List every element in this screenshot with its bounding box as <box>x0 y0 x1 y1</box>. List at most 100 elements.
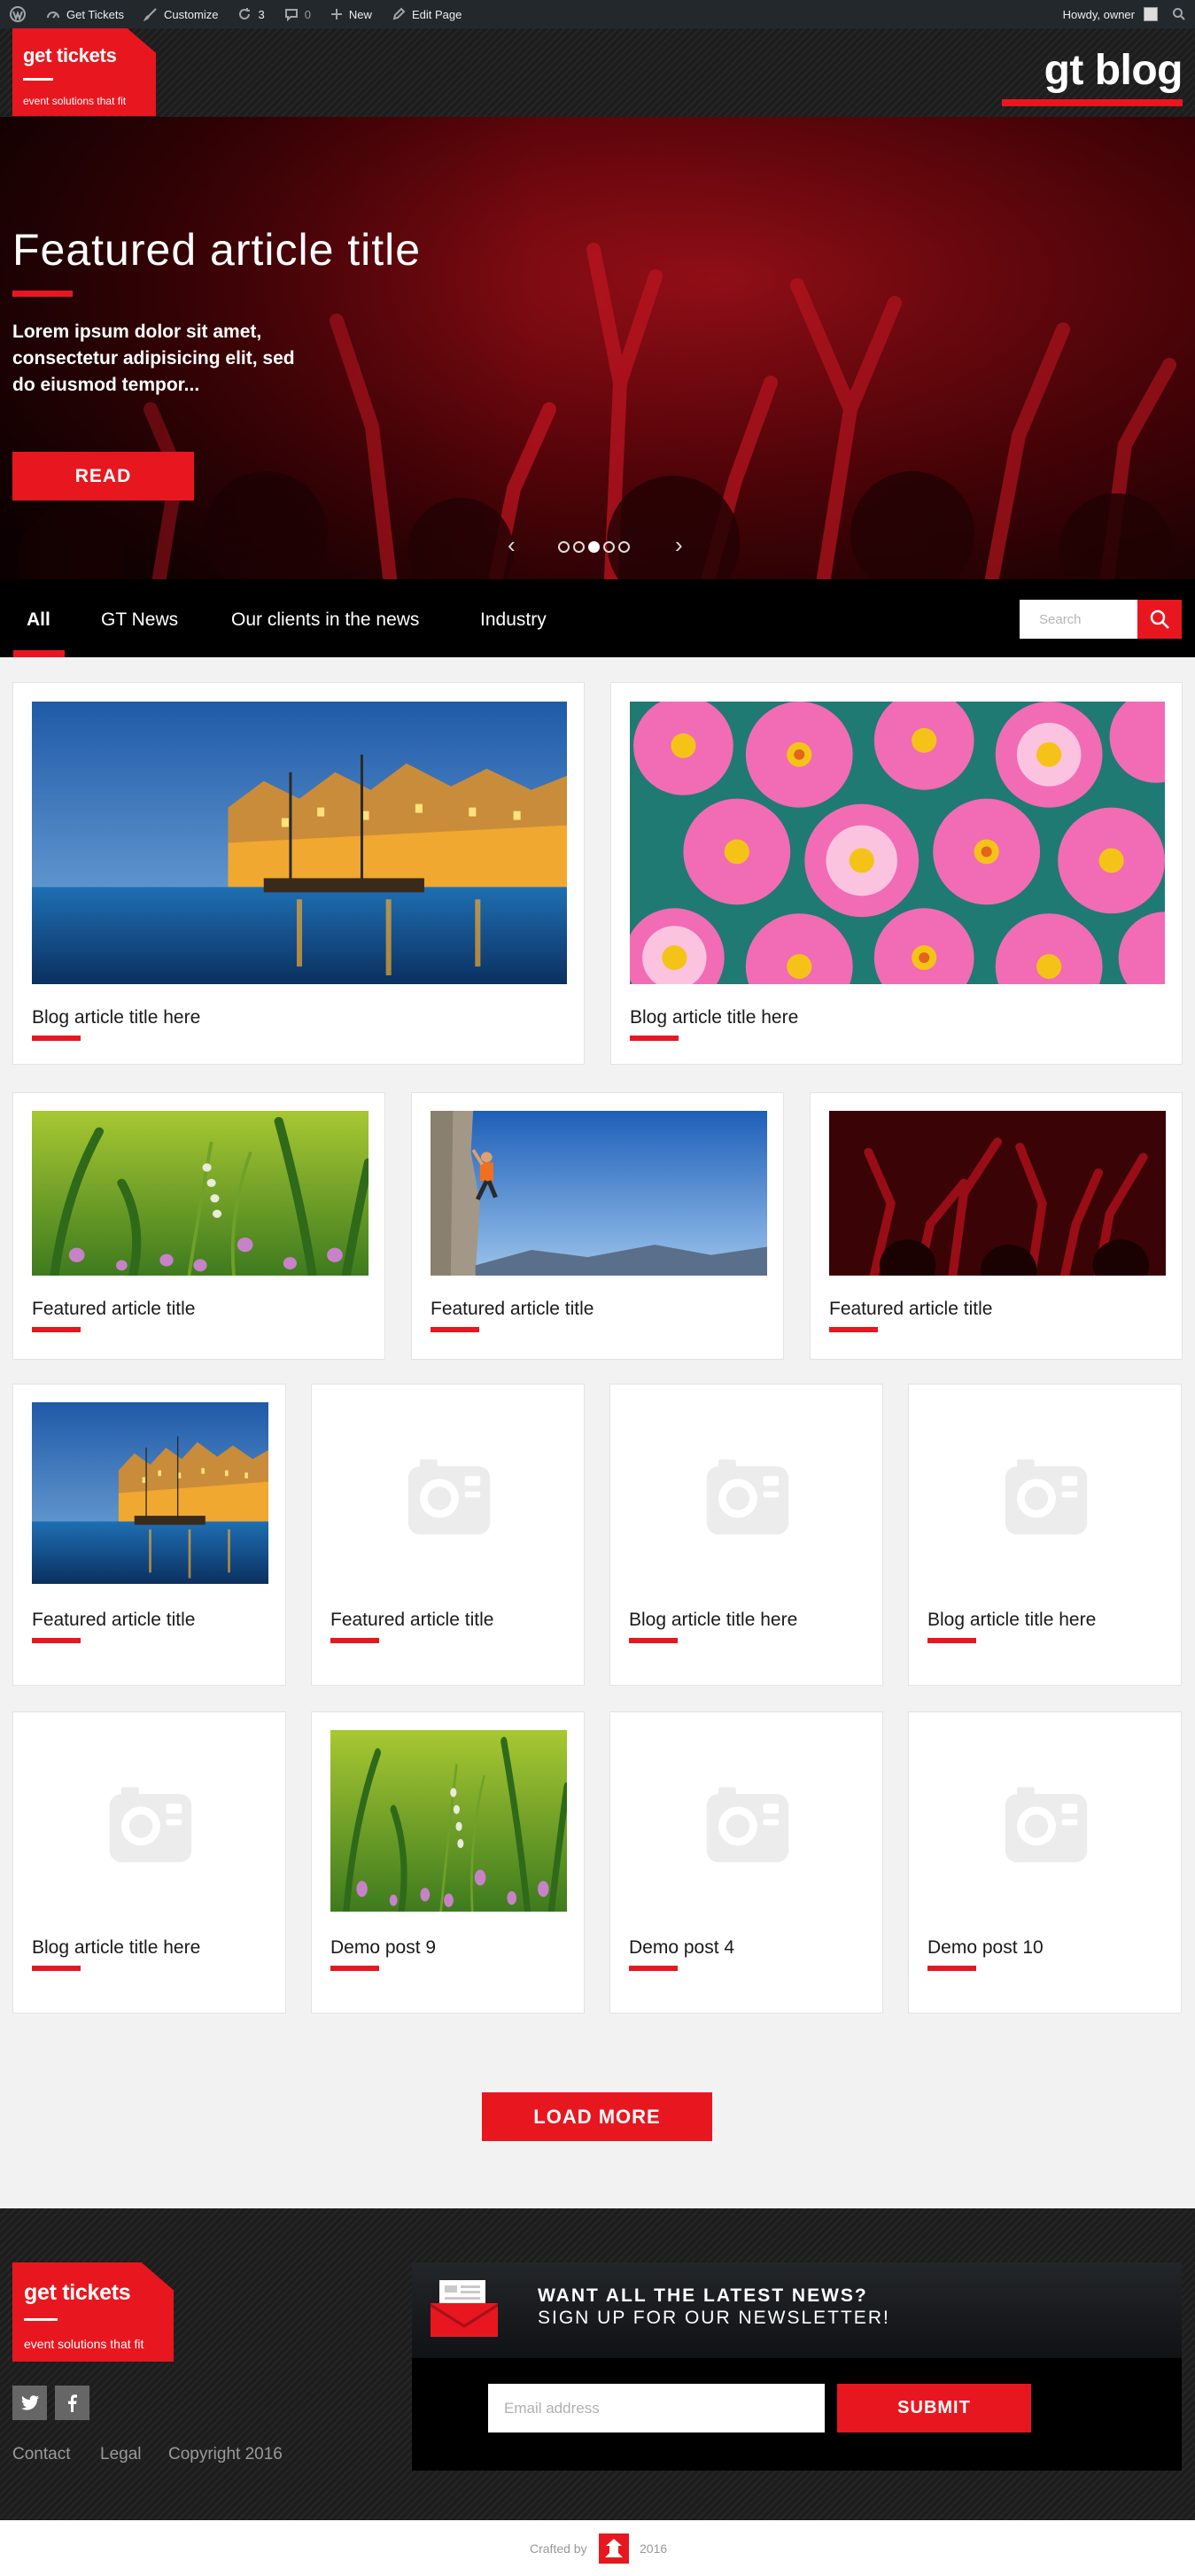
hero-description: Lorem ipsum dolor sit amet, consectetur … <box>12 322 295 395</box>
brush-icon <box>144 8 157 21</box>
post-image-canal[interactable] <box>32 702 567 984</box>
nav-item-industry[interactable]: Industry <box>480 609 547 657</box>
category-nav: All GT News Our clients in the news Indu… <box>0 579 1195 657</box>
post-image-placeholder[interactable] <box>927 1402 1164 1584</box>
post-title[interactable]: Blog article title here <box>629 1610 797 1631</box>
post-title-underline <box>927 1966 976 1971</box>
admin-site-name: Get Tickets <box>66 7 125 21</box>
hero-title[interactable]: Featured article title <box>12 224 421 275</box>
post-title-underline <box>330 1966 379 1971</box>
post-title[interactable]: Demo post 4 <box>629 1937 734 1959</box>
post-card[interactable]: Featured article title <box>311 1384 585 1686</box>
admin-new-link[interactable]: New <box>330 0 372 28</box>
twitter-link[interactable] <box>12 2386 47 2420</box>
post-title[interactable]: Featured article title <box>330 1610 493 1631</box>
post-title[interactable]: Blog article title here <box>630 1007 798 1028</box>
nav-item-gt-news[interactable]: GT News <box>101 609 178 657</box>
post-title[interactable]: Featured article title <box>431 1299 594 1320</box>
slider-dot[interactable] <box>618 541 630 553</box>
post-title[interactable]: Blog article title here <box>32 1007 200 1028</box>
post-title[interactable]: Featured article title <box>32 1299 195 1320</box>
post-image-placeholder[interactable] <box>629 1730 865 1912</box>
newsletter-envelope-icon <box>431 2280 498 2337</box>
blog-title[interactable]: gt blog <box>1044 46 1183 95</box>
post-image-climber[interactable] <box>431 1111 767 1276</box>
post-image-grass[interactable] <box>32 1111 369 1276</box>
post-card[interactable]: Demo post 9 <box>311 1711 585 2013</box>
site-logo[interactable]: get tickets event solutions that fit <box>12 28 156 116</box>
slider-dots <box>558 541 630 553</box>
post-card[interactable]: Featured article title <box>12 1092 385 1360</box>
admin-comments-link[interactable]: 0 <box>284 0 311 28</box>
email-field[interactable] <box>488 2384 825 2432</box>
post-card[interactable]: Blog article title here <box>12 682 585 1065</box>
post-image-placeholder[interactable] <box>32 1730 268 1912</box>
admin-updates-link[interactable]: 3 <box>237 0 265 28</box>
post-card[interactable]: Featured article title <box>411 1092 784 1360</box>
search-button[interactable] <box>1137 600 1182 639</box>
slider-dot-active[interactable] <box>588 541 600 553</box>
nav-item-clients-in-news[interactable]: Our clients in the news <box>231 609 419 657</box>
post-title[interactable]: Featured article title <box>32 1610 195 1631</box>
admin-bar: Get Tickets Customize 3 0 New Edit Page … <box>0 0 1195 28</box>
twitter-icon <box>20 2394 39 2410</box>
post-image-placeholder[interactable] <box>330 1402 567 1584</box>
admin-new-label: New <box>348 7 372 21</box>
post-title[interactable]: Featured article title <box>829 1299 992 1320</box>
post-card[interactable]: Demo post 10 <box>908 1711 1182 2013</box>
load-more-button[interactable]: LOAD MORE <box>482 2092 712 2141</box>
post-image-placeholder[interactable] <box>629 1402 865 1584</box>
avatar[interactable] <box>1144 7 1158 21</box>
post-image-flowers[interactable] <box>630 702 1165 984</box>
crafted-by-label: Crafted by <box>530 2541 587 2556</box>
crafted-year: 2016 <box>640 2541 668 2556</box>
search-input[interactable] <box>1020 600 1137 639</box>
post-image-placeholder[interactable] <box>927 1730 1164 1912</box>
post-card[interactable]: Featured article title <box>12 1384 286 1686</box>
hero-title-underline <box>12 291 73 297</box>
post-title[interactable]: Blog article title here <box>927 1610 1096 1631</box>
newsletter-heading: WANT ALL THE LATEST NEWS? <box>538 2285 868 2306</box>
agency-logo-icon[interactable] <box>599 2533 629 2564</box>
admin-edit-page-link[interactable]: Edit Page <box>392 0 462 28</box>
read-button[interactable]: READ <box>12 452 194 500</box>
post-card[interactable]: Blog article title here <box>609 1384 883 1686</box>
plus-icon <box>330 9 342 19</box>
search-icon[interactable] <box>1172 7 1186 21</box>
post-card[interactable]: Blog article title here <box>610 682 1183 1065</box>
post-image-grass[interactable] <box>330 1730 567 1912</box>
admin-customize-link[interactable]: Customize <box>144 0 218 28</box>
logo-tagline: event solutions that fit <box>23 95 127 107</box>
wordpress-icon[interactable] <box>9 0 27 28</box>
logo-divider <box>23 78 53 81</box>
logo-title: get tickets <box>23 44 117 66</box>
dashboard-icon <box>47 12 59 19</box>
post-title[interactable]: Blog article title here <box>32 1937 200 1959</box>
footer-logo[interactable]: get tickets event solutions that fit <box>12 2262 174 2362</box>
post-image-crowd[interactable] <box>829 1111 1166 1276</box>
facebook-icon <box>68 2394 77 2412</box>
post-card[interactable]: Demo post 4 <box>609 1711 883 2013</box>
submit-button[interactable]: SUBMIT <box>837 2384 1031 2432</box>
slider-dot[interactable] <box>573 541 585 553</box>
slider-dot[interactable] <box>603 541 615 553</box>
admin-site-link[interactable]: Get Tickets <box>46 0 124 28</box>
post-card[interactable]: Featured article title <box>810 1092 1183 1360</box>
post-title[interactable]: Demo post 9 <box>330 1937 436 1959</box>
facebook-link[interactable] <box>55 2386 89 2420</box>
footer-link-legal[interactable]: Legal <box>100 2445 142 2464</box>
post-title-underline <box>431 1327 479 1332</box>
post-title-underline <box>32 1036 81 1041</box>
slider-dot[interactable] <box>558 541 570 553</box>
post-card[interactable]: Blog article title here <box>12 1711 286 2013</box>
credits-bar <box>0 2520 1195 2576</box>
slider-prev-arrow[interactable]: ‹ <box>508 531 516 559</box>
post-title-underline <box>330 1638 379 1643</box>
footer-link-contact[interactable]: Contact <box>12 2445 70 2464</box>
post-card[interactable]: Blog article title here <box>908 1384 1182 1686</box>
comments-icon <box>284 9 298 21</box>
admin-howdy[interactable]: Howdy, owner <box>1063 8 1135 21</box>
post-image-canal[interactable] <box>32 1402 268 1584</box>
post-title[interactable]: Demo post 10 <box>927 1937 1044 1959</box>
slider-next-arrow[interactable]: › <box>675 531 683 559</box>
